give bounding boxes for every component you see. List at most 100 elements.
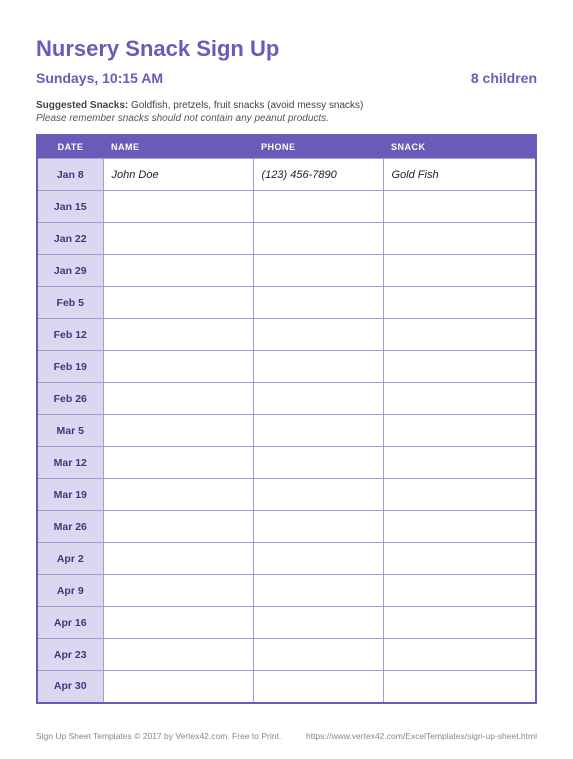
date-cell: Jan 15 [37, 191, 103, 223]
date-cell: Apr 23 [37, 639, 103, 671]
col-header-date: DATE [37, 135, 103, 159]
name-cell[interactable] [103, 671, 253, 703]
phone-cell[interactable] [253, 607, 383, 639]
name-cell[interactable] [103, 415, 253, 447]
snack-cell[interactable] [383, 447, 536, 479]
snack-cell[interactable] [383, 287, 536, 319]
reminder-text: Please remember snacks should not contai… [36, 113, 537, 124]
date-cell: Feb 12 [37, 319, 103, 351]
snack-cell[interactable] [383, 607, 536, 639]
snack-cell[interactable] [383, 479, 536, 511]
snack-cell[interactable] [383, 351, 536, 383]
snack-cell[interactable] [383, 255, 536, 287]
name-cell[interactable] [103, 639, 253, 671]
table-row: Jan 22 [37, 223, 536, 255]
date-cell: Mar 5 [37, 415, 103, 447]
date-cell: Apr 16 [37, 607, 103, 639]
table-row: Feb 5 [37, 287, 536, 319]
subtitle-count: 8 children [471, 70, 537, 86]
phone-cell[interactable] [253, 319, 383, 351]
name-cell[interactable] [103, 575, 253, 607]
footer: Sign Up Sheet Templates © 2017 by Vertex… [36, 731, 537, 741]
name-cell[interactable] [103, 255, 253, 287]
name-cell[interactable] [103, 607, 253, 639]
phone-cell[interactable] [253, 415, 383, 447]
phone-cell[interactable] [253, 223, 383, 255]
snack-cell[interactable] [383, 319, 536, 351]
snack-cell[interactable] [383, 511, 536, 543]
phone-cell[interactable]: (123) 456-7890 [253, 159, 383, 191]
suggested-label: Suggested Snacks: [36, 100, 128, 111]
signup-table: DATE NAME PHONE SNACK Jan 8John Doe(123)… [36, 134, 537, 704]
date-cell: Mar 19 [37, 479, 103, 511]
snack-cell[interactable] [383, 383, 536, 415]
name-cell[interactable] [103, 543, 253, 575]
phone-cell[interactable] [253, 383, 383, 415]
suggested-snacks-line: Suggested Snacks: Goldfish, pretzels, fr… [36, 100, 537, 111]
phone-cell[interactable] [253, 639, 383, 671]
phone-cell[interactable] [253, 255, 383, 287]
name-cell[interactable] [103, 287, 253, 319]
date-cell: Jan 8 [37, 159, 103, 191]
suggested-text: Goldfish, pretzels, fruit snacks (avoid … [128, 100, 363, 111]
table-row: Mar 26 [37, 511, 536, 543]
name-cell[interactable]: John Doe [103, 159, 253, 191]
date-cell: Apr 9 [37, 575, 103, 607]
phone-cell[interactable] [253, 575, 383, 607]
snack-cell[interactable]: Gold Fish [383, 159, 536, 191]
name-cell[interactable] [103, 351, 253, 383]
table-row: Apr 16 [37, 607, 536, 639]
date-cell: Mar 26 [37, 511, 103, 543]
snack-cell[interactable] [383, 639, 536, 671]
date-cell: Apr 2 [37, 543, 103, 575]
date-cell: Apr 30 [37, 671, 103, 703]
phone-cell[interactable] [253, 671, 383, 703]
table-row: Feb 26 [37, 383, 536, 415]
table-row: Jan 15 [37, 191, 536, 223]
snack-cell[interactable] [383, 191, 536, 223]
page-title: Nursery Snack Sign Up [36, 36, 537, 62]
name-cell[interactable] [103, 223, 253, 255]
table-row: Jan 29 [37, 255, 536, 287]
col-header-name: NAME [103, 135, 253, 159]
phone-cell[interactable] [253, 479, 383, 511]
name-cell[interactable] [103, 383, 253, 415]
phone-cell[interactable] [253, 191, 383, 223]
phone-cell[interactable] [253, 511, 383, 543]
subtitle-time: Sundays, 10:15 AM [36, 70, 163, 86]
date-cell: Jan 22 [37, 223, 103, 255]
date-cell: Mar 12 [37, 447, 103, 479]
table-row: Jan 8John Doe(123) 456-7890Gold Fish [37, 159, 536, 191]
phone-cell[interactable] [253, 287, 383, 319]
name-cell[interactable] [103, 479, 253, 511]
name-cell[interactable] [103, 511, 253, 543]
phone-cell[interactable] [253, 447, 383, 479]
snack-cell[interactable] [383, 575, 536, 607]
table-row: Mar 5 [37, 415, 536, 447]
footer-right: https://www.vertex42.com/ExcelTemplates/… [306, 731, 537, 741]
table-row: Apr 9 [37, 575, 536, 607]
name-cell[interactable] [103, 447, 253, 479]
date-cell: Feb 5 [37, 287, 103, 319]
phone-cell[interactable] [253, 351, 383, 383]
phone-cell[interactable] [253, 543, 383, 575]
table-row: Mar 19 [37, 479, 536, 511]
snack-cell[interactable] [383, 223, 536, 255]
table-header-row: DATE NAME PHONE SNACK [37, 135, 536, 159]
snack-cell[interactable] [383, 415, 536, 447]
name-cell[interactable] [103, 191, 253, 223]
footer-left: Sign Up Sheet Templates © 2017 by Vertex… [36, 731, 281, 741]
snack-cell[interactable] [383, 671, 536, 703]
col-header-phone: PHONE [253, 135, 383, 159]
table-row: Apr 30 [37, 671, 536, 703]
name-cell[interactable] [103, 319, 253, 351]
table-row: Mar 12 [37, 447, 536, 479]
date-cell: Feb 19 [37, 351, 103, 383]
snack-cell[interactable] [383, 543, 536, 575]
date-cell: Jan 29 [37, 255, 103, 287]
date-cell: Feb 26 [37, 383, 103, 415]
table-row: Feb 12 [37, 319, 536, 351]
table-row: Apr 2 [37, 543, 536, 575]
table-row: Feb 19 [37, 351, 536, 383]
col-header-snack: SNACK [383, 135, 536, 159]
